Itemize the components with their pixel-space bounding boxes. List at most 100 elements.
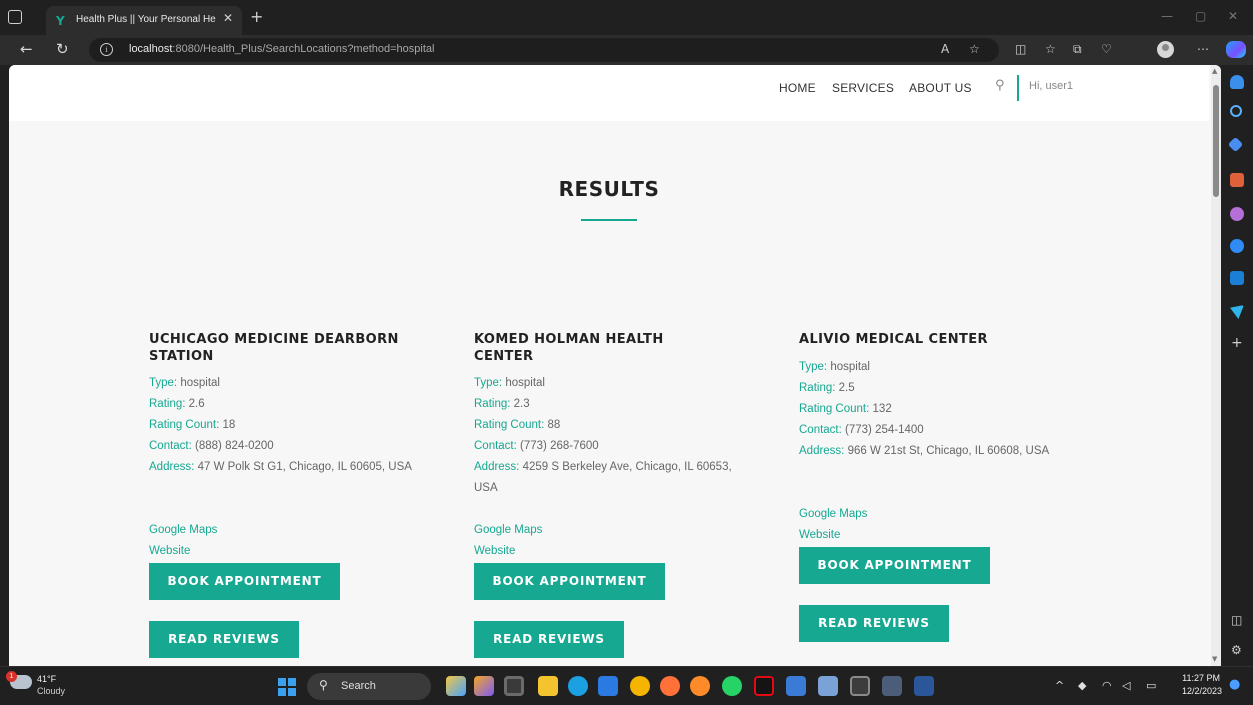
contact-line: Contact: (773) 268-7600: [474, 436, 774, 457]
favorites-icon[interactable]: ☆: [1045, 42, 1056, 56]
close-window-icon[interactable]: ✕: [1228, 9, 1238, 23]
battery-icon[interactable]: ▭: [1146, 679, 1156, 692]
contact-value: (888) 824-0200: [195, 440, 274, 452]
taskbar-app-icon[interactable]: [474, 676, 494, 696]
word-icon[interactable]: [914, 676, 934, 696]
copilot-icon[interactable]: [1226, 41, 1246, 58]
microsoft-365-icon[interactable]: [1230, 239, 1244, 253]
clock-time[interactable]: 11:27 PM: [1180, 673, 1220, 683]
url-text[interactable]: localhost:8080/Health_Plus/SearchLocatio…: [129, 43, 434, 55]
file-explorer-icon[interactable]: [538, 676, 558, 696]
windows-start-icon[interactable]: [278, 678, 296, 696]
firefox-icon[interactable]: [660, 676, 680, 696]
website-link[interactable]: Website: [474, 545, 515, 557]
shopping-icon[interactable]: [1227, 136, 1244, 153]
book-appointment-button[interactable]: BOOK APPOINTMENT: [474, 563, 665, 600]
google-maps-link[interactable]: Google Maps: [799, 508, 867, 520]
rating-label: Rating:: [474, 398, 511, 410]
book-appointment-button[interactable]: BOOK APPOINTMENT: [799, 547, 990, 584]
calculator-icon[interactable]: [786, 676, 806, 696]
rating-value: 2.5: [838, 382, 855, 394]
add-sidebar-app-icon[interactable]: +: [1231, 335, 1243, 351]
weather-condition[interactable]: Cloudy: [37, 686, 65, 696]
profile-avatar[interactable]: [1157, 41, 1174, 58]
page-title: RESULTS: [558, 177, 660, 201]
taskbar-app-icon[interactable]: [690, 676, 710, 696]
url-host: localhost: [129, 43, 173, 55]
close-tab-icon[interactable]: ✕: [223, 11, 233, 25]
minimize-icon[interactable]: —: [1161, 9, 1173, 23]
scroll-down-icon[interactable]: ▼: [1212, 655, 1217, 663]
rating-count-value: 18: [222, 419, 236, 431]
type-value: hospital: [830, 361, 870, 373]
rating-label: Rating:: [149, 398, 186, 410]
user-greeting[interactable]: Hi, user1: [1029, 80, 1073, 92]
type-label: Type:: [149, 377, 178, 389]
contact-label: Contact:: [799, 424, 842, 436]
sidebar-search-icon[interactable]: [1230, 105, 1242, 117]
search-icon[interactable]: ⚲: [995, 78, 1005, 93]
tab-actions-icon[interactable]: [8, 10, 22, 24]
edge-browser-icon[interactable]: [568, 676, 588, 696]
whatsapp-icon[interactable]: [722, 676, 742, 696]
tools-icon[interactable]: [1230, 173, 1244, 187]
notepad-icon[interactable]: [818, 676, 838, 696]
page-scrollbar[interactable]: ▲ ▼: [1211, 65, 1221, 666]
network-app-icon[interactable]: ◆: [1078, 679, 1086, 692]
collections-icon[interactable]: ⧉: [1073, 42, 1082, 57]
clock-date[interactable]: 12/2/2023: [1174, 686, 1222, 696]
browser-essentials-icon[interactable]: ♡: [1101, 42, 1112, 56]
rating-label: Rating:: [799, 382, 836, 394]
scroll-up-icon[interactable]: ▲: [1212, 67, 1217, 75]
nav-services[interactable]: SERVICES: [832, 81, 894, 95]
read-aloud-icon[interactable]: A: [941, 42, 949, 56]
read-reviews-button[interactable]: READ REVIEWS: [799, 605, 949, 642]
outlook-icon[interactable]: [1230, 271, 1244, 285]
google-maps-link[interactable]: Google Maps: [149, 524, 217, 536]
contact-line: Contact: (773) 254-1400: [799, 420, 1099, 441]
site-info-icon[interactable]: i: [100, 43, 113, 56]
favorite-star-icon[interactable]: ☆: [969, 42, 980, 56]
nav-about-us[interactable]: ABOUT US: [909, 81, 972, 95]
refresh-icon[interactable]: ↻: [56, 40, 69, 58]
site-header: HOME SERVICES ABOUT US ⚲ Hi, user1: [9, 65, 1209, 121]
browser-tab[interactable]: Y Health Plus || Your Personal Health As…: [46, 6, 242, 35]
terminal-icon[interactable]: [850, 676, 870, 696]
address-line: Address: 47 W Polk St G1, Chicago, IL 60…: [149, 457, 449, 478]
rating-count-value: 88: [547, 419, 561, 431]
website-link[interactable]: Website: [799, 529, 840, 541]
rating-count-label: Rating Count:: [474, 419, 545, 431]
website-link[interactable]: Website: [149, 545, 190, 557]
hide-sidebar-icon[interactable]: ◫: [1231, 613, 1242, 627]
split-screen-icon[interactable]: ◫: [1015, 42, 1026, 56]
widgets-app-icon[interactable]: [446, 676, 466, 696]
google-maps-link[interactable]: Google Maps: [474, 524, 542, 536]
remote-desktop-icon[interactable]: [882, 676, 902, 696]
netflix-icon[interactable]: [754, 676, 774, 696]
read-reviews-button[interactable]: READ REVIEWS: [474, 621, 624, 658]
telegram-icon[interactable]: [1230, 305, 1244, 319]
type-value: hospital: [505, 377, 545, 389]
show-hidden-icons-icon[interactable]: ^: [1055, 679, 1064, 692]
microsoft-store-icon[interactable]: [598, 676, 618, 696]
sidebar-settings-icon[interactable]: ⚙: [1231, 643, 1242, 657]
read-reviews-button[interactable]: READ REVIEWS: [149, 621, 299, 658]
scrollbar-thumb[interactable]: [1213, 85, 1219, 197]
games-icon[interactable]: [1230, 207, 1244, 221]
nav-home[interactable]: HOME: [779, 81, 816, 95]
notification-bell-icon[interactable]: ●: [1229, 677, 1240, 692]
new-tab-icon[interactable]: +: [250, 7, 263, 26]
back-icon[interactable]: ←: [20, 40, 33, 58]
book-appointment-button[interactable]: BOOK APPOINTMENT: [149, 563, 340, 600]
taskbar-search[interactable]: ⚲ Search: [307, 673, 431, 700]
weather-temperature[interactable]: 41°F: [37, 674, 56, 684]
more-menu-icon[interactable]: ⋯: [1197, 42, 1209, 56]
chrome-icon[interactable]: [630, 676, 650, 696]
volume-icon[interactable]: ◁: [1122, 679, 1130, 692]
task-view-icon[interactable]: [504, 676, 524, 696]
maximize-icon[interactable]: ▢: [1195, 9, 1206, 23]
rating-line: Rating: 2.6: [149, 394, 449, 415]
notifications-icon[interactable]: [1230, 75, 1244, 89]
wifi-icon[interactable]: ◠: [1102, 679, 1112, 692]
address-bar[interactable]: i localhost:8080/Health_Plus/SearchLocat…: [89, 38, 999, 62]
